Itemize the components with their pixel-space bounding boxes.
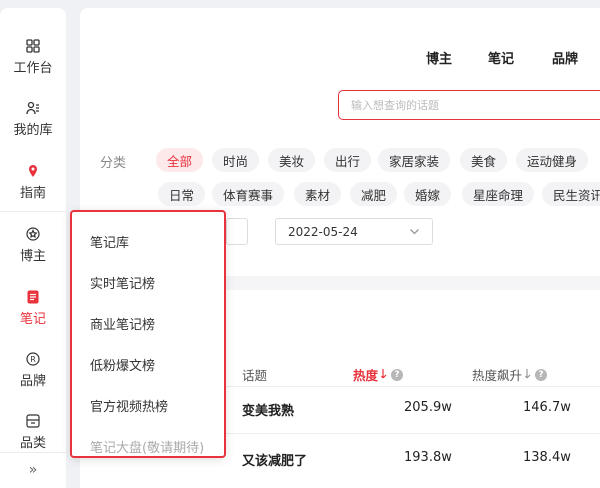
cell-heat-rise: 146.7w [523, 400, 571, 415]
cell-topic[interactable]: 变美我熟 [242, 400, 294, 419]
sidebar-item-workbench[interactable]: 工作台 [0, 38, 66, 76]
location-pin-icon [27, 163, 39, 179]
collapse-sidebar-button[interactable]: » [0, 452, 66, 488]
filter-chip[interactable]: 星座命理 [462, 182, 535, 206]
search-placeholder: 输入想查询的话题 [351, 99, 439, 112]
top-nav: 博主 笔记 品牌 [80, 48, 600, 68]
date-select-left[interactable] [226, 218, 248, 245]
table-row-divider [226, 386, 600, 387]
double-chevron-right-icon: » [28, 462, 38, 478]
date-value: 2022-05-24 [288, 224, 358, 239]
help-icon[interactable]: ? [391, 368, 404, 381]
date-select[interactable]: 2022-05-24 [275, 218, 433, 245]
cell-heat-rise: 138.4w [523, 450, 571, 465]
menu-item-note-dashboard-disabled: 笔记大盘(敬请期待) [90, 441, 205, 456]
sort-desc-icon [381, 367, 388, 382]
sidebar-item-label: 博主 [19, 249, 46, 264]
menu-item-note-library[interactable]: 笔记库 [90, 232, 129, 251]
top-nav-notes[interactable]: 笔记 [488, 48, 514, 67]
sidebar-item-notes[interactable]: 笔记 [0, 289, 66, 327]
sidebar-item-label: 品类 [19, 436, 46, 451]
filter-chip[interactable]: 家居家装 [378, 148, 451, 172]
menu-item-official-video-ranking[interactable]: 官方视频热榜 [90, 396, 168, 415]
col-header-topic[interactable]: 话题 [242, 365, 267, 384]
sidebar-item-label: 工作台 [13, 61, 53, 76]
menu-item-realtime-ranking[interactable]: 实时笔记榜 [90, 273, 155, 292]
filter-chip[interactable]: 运动健身 [516, 148, 589, 172]
notes-dropdown-menu: 笔记库 实时笔记榜 商业笔记榜 低粉爆文榜 官方视频热榜 笔记大盘(敬请期待) [70, 210, 226, 458]
help-icon[interactable]: ? [535, 368, 548, 381]
category-box-icon [26, 413, 40, 429]
filter-chip[interactable]: 婚嫁 [404, 182, 452, 206]
col-header-heat[interactable]: 热度 ? [353, 365, 404, 384]
filter-chip[interactable]: 出行 [324, 148, 372, 172]
search-input[interactable]: 输入想查询的话题 [338, 90, 600, 120]
cell-topic[interactable]: 又该减肥了 [242, 450, 307, 469]
top-nav-brand[interactable]: 品牌 [552, 48, 578, 67]
cell-heat: 205.9w [404, 400, 452, 415]
col-header-heat-rise[interactable]: 热度飙升 ? [472, 365, 548, 384]
chevron-down-icon [409, 226, 420, 240]
sidebar-item-blogger[interactable]: 博主 [0, 226, 66, 264]
filter-chip-all[interactable]: 全部 [156, 148, 204, 172]
sidebar-item-label: 指南 [19, 186, 46, 201]
note-icon [27, 289, 39, 305]
filter-chip[interactable]: 日常 [158, 182, 206, 206]
user-list-icon [26, 100, 40, 116]
filter-chip[interactable]: 美食 [460, 148, 508, 172]
sidebar: 工作台 我的库 指南 博主 笔记 R 品牌 品类 » [0, 8, 66, 488]
filter-chip[interactable]: 素材 [294, 182, 342, 206]
grid-icon [26, 38, 40, 54]
sidebar-item-my-library[interactable]: 我的库 [0, 100, 66, 138]
filter-chip[interactable]: 美妆 [268, 148, 316, 172]
filter-chip[interactable]: 减肥 [350, 182, 398, 206]
sidebar-item-label: 我的库 [13, 123, 53, 138]
sidebar-divider [0, 211, 66, 212]
sidebar-item-guide[interactable]: 指南 [0, 163, 66, 201]
cell-heat: 193.8w [404, 450, 452, 465]
top-nav-blogger[interactable]: 博主 [426, 48, 452, 67]
filter-chip[interactable]: 体育赛事 [212, 182, 285, 206]
sort-icon [525, 367, 532, 382]
sidebar-item-label: 品牌 [19, 374, 46, 389]
menu-item-low-follower-ranking[interactable]: 低粉爆文榜 [90, 355, 155, 374]
filter-label: 分类 [100, 156, 127, 171]
sidebar-item-brand[interactable]: R 品牌 [0, 351, 66, 389]
sidebar-item-label: 笔记 [19, 312, 46, 327]
filter-chip[interactable]: 时尚 [212, 148, 260, 172]
menu-item-commercial-ranking[interactable]: 商业笔记榜 [90, 314, 155, 333]
table-row-divider [226, 433, 600, 434]
filter-chip[interactable]: 民生资讯 [542, 182, 600, 206]
sidebar-item-category[interactable]: 品类 [0, 413, 66, 451]
registered-icon: R [26, 351, 40, 367]
svg-text:R: R [30, 355, 36, 364]
star-badge-icon [26, 226, 40, 242]
